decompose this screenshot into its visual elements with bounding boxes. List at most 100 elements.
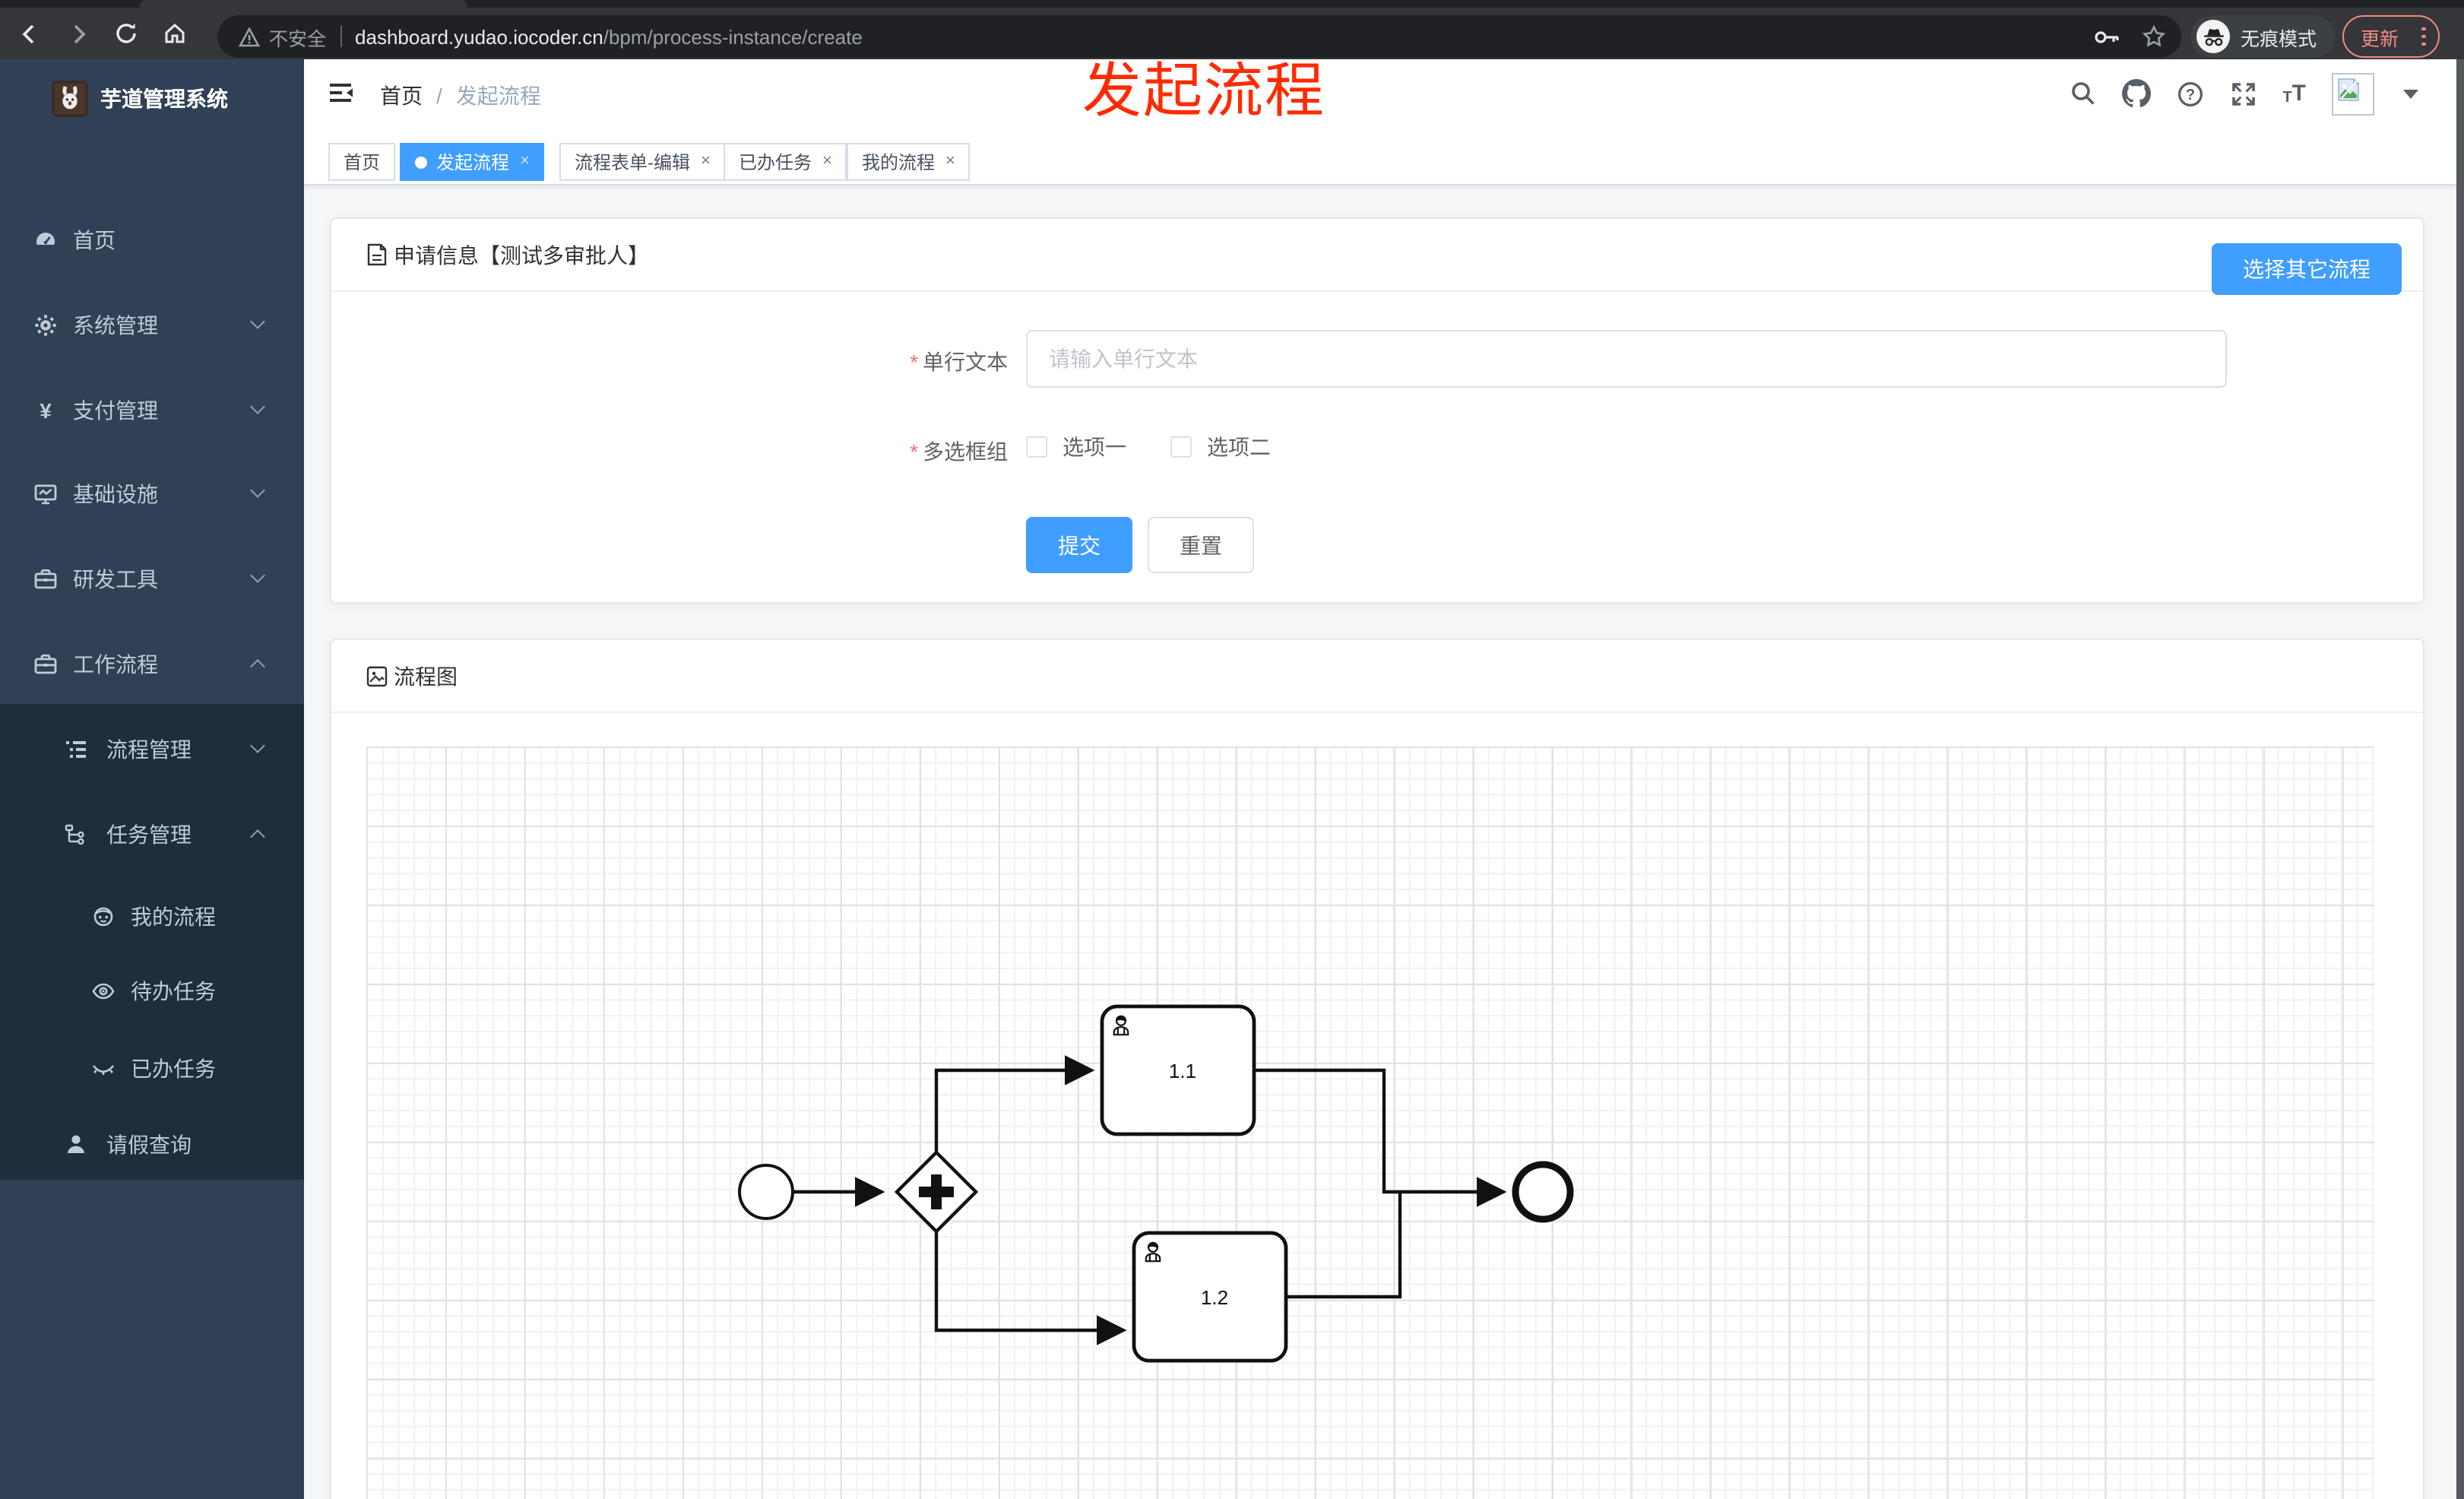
tab-label: 流程表单-编辑 bbox=[575, 152, 690, 173]
passwords-key-icon[interactable] bbox=[2095, 28, 2120, 45]
browser-active-tab[interactable] bbox=[140, 0, 467, 8]
sidebar-item-label: 流程管理 bbox=[106, 737, 192, 762]
tab-close-icon[interactable]: × bbox=[822, 153, 832, 170]
tab-close-icon[interactable]: × bbox=[520, 153, 530, 170]
eye-closed-icon bbox=[91, 1057, 116, 1081]
single-line-text-input[interactable] bbox=[1026, 330, 2227, 388]
breadcrumb: 首页 / 发起流程 bbox=[380, 81, 541, 111]
tab-my-process[interactable]: 我的流程 × bbox=[847, 143, 971, 181]
help-icon[interactable]: ? bbox=[2176, 80, 2203, 107]
form-card-title-text: 申请信息【测试多审批人】 bbox=[394, 242, 649, 267]
breadcrumb-home[interactable]: 首页 bbox=[380, 84, 423, 108]
sidebar-item-my-process[interactable]: 我的流程 bbox=[0, 895, 304, 938]
sidebar-item-label: 工作流程 bbox=[73, 652, 158, 677]
diagram-card-title-text: 流程图 bbox=[394, 664, 458, 688]
update-button[interactable]: 更新 bbox=[2342, 15, 2440, 58]
collapse-arrow-icon bbox=[347, 88, 353, 97]
page-scrollbar[interactable] bbox=[2456, 59, 2464, 1499]
avatar-dropdown-caret[interactable] bbox=[2403, 89, 2418, 98]
switch-process-button[interactable]: 选择其它流程 bbox=[2212, 243, 2402, 295]
sidebar-item-task-management[interactable]: 任务管理 bbox=[0, 813, 304, 856]
sidebar-item-system[interactable]: 系统管理 bbox=[0, 304, 304, 347]
flow-gateway-to-task11 bbox=[934, 1055, 1095, 1152]
search-icon[interactable] bbox=[2070, 81, 2095, 106]
security-label[interactable]: 不安全 bbox=[269, 22, 326, 51]
tab-home[interactable]: 首页 bbox=[328, 143, 396, 181]
sidebar-item-done-tasks[interactable]: 已办任务 bbox=[0, 1047, 304, 1090]
sidebar-item-label: 任务管理 bbox=[106, 822, 192, 847]
sidebar-item-payment[interactable]: ¥ 支付管理 bbox=[0, 389, 304, 432]
sidebar-item-label: 研发工具 bbox=[73, 567, 158, 591]
required-asterisk: * bbox=[910, 439, 918, 464]
app-title: 芋道管理系统 bbox=[100, 87, 228, 111]
forward-button[interactable] bbox=[58, 14, 97, 53]
tab-close-icon[interactable]: × bbox=[701, 153, 711, 170]
back-button[interactable] bbox=[9, 14, 49, 53]
required-asterisk: * bbox=[910, 350, 918, 374]
breadcrumb-separator: / bbox=[436, 84, 442, 108]
app-logo[interactable]: 芋道管理系统 bbox=[0, 59, 304, 138]
sidebar-item-label: 系统管理 bbox=[73, 313, 158, 338]
application-form-card: 申请信息【测试多审批人】 选择其它流程 *单行文本 *多选框组 选项一 选项二 … bbox=[330, 217, 2424, 604]
checkbox-option-2[interactable]: 选项二 bbox=[1170, 432, 1271, 462]
avatar[interactable] bbox=[2332, 72, 2374, 115]
tab-label: 首页 bbox=[344, 152, 381, 173]
reload-button[interactable] bbox=[106, 14, 146, 53]
github-icon[interactable] bbox=[2121, 79, 2151, 108]
sidebar-item-process-management[interactable]: 流程管理 bbox=[0, 728, 304, 771]
tab-label: 发起流程 bbox=[436, 152, 510, 173]
process-diagram-card: 流程图 1.1 1.2 bbox=[330, 639, 2424, 1499]
face-icon bbox=[91, 905, 116, 929]
bpmn-diagram: 1.1 1.2 bbox=[738, 1004, 1574, 1363]
checkbox-icon[interactable] bbox=[1026, 436, 1047, 458]
bpmn-canvas[interactable]: 1.1 1.2 bbox=[366, 746, 2374, 1499]
chevron-down-icon bbox=[250, 568, 265, 583]
sidebar-item-home[interactable]: 首页 bbox=[0, 219, 304, 261]
tree-list-icon bbox=[64, 737, 88, 762]
sidebar: 芋道管理系统 首页 系统管理 ¥ 支付管理 基础设施 研发工具 工作流程 流程管… bbox=[0, 59, 304, 1499]
tab-close-icon[interactable]: × bbox=[945, 153, 955, 170]
checkbox-label: 选项二 bbox=[1207, 435, 1271, 459]
sidebar-item-label: 基础设施 bbox=[73, 482, 158, 506]
incognito-badge: 无痕模式 bbox=[2190, 15, 2336, 58]
sidebar-item-devtools[interactable]: 研发工具 bbox=[0, 558, 304, 601]
text-field-label: * 单行文本 bbox=[910, 350, 1008, 374]
tab-done-tasks[interactable]: 已办任务 × bbox=[724, 143, 847, 181]
browser-menu-icon[interactable] bbox=[2421, 27, 2426, 46]
sidebar-collapse-button[interactable] bbox=[327, 79, 354, 106]
incognito-icon bbox=[2196, 20, 2230, 53]
flow-gateway-to-task12 bbox=[934, 1231, 1127, 1345]
forward-icon bbox=[73, 24, 85, 43]
sidebar-item-label: 首页 bbox=[73, 228, 116, 252]
url-path[interactable]: /bpm/process-instance/create bbox=[603, 25, 863, 48]
sidebar-item-label: 我的流程 bbox=[131, 905, 216, 929]
tab-form-edit[interactable]: 流程表单-编辑 × bbox=[559, 143, 726, 181]
chevron-down-icon bbox=[250, 738, 265, 753]
sidebar-item-leave-query[interactable]: 请假查询 bbox=[0, 1123, 304, 1166]
submit-button[interactable]: 提交 bbox=[1026, 517, 1132, 573]
incognito-label: 无痕模式 bbox=[2241, 28, 2317, 49]
browser-tab-strip bbox=[0, 0, 2464, 8]
bookmark-star-icon[interactable] bbox=[2142, 24, 2166, 49]
reset-button[interactable]: 重置 bbox=[1148, 517, 1254, 573]
start-event[interactable] bbox=[738, 1164, 794, 1220]
chevron-down-icon bbox=[250, 399, 265, 414]
active-tab-dot bbox=[415, 156, 427, 168]
tab-create-process[interactable]: 发起流程 × bbox=[400, 143, 545, 181]
screen: 不安全 dashboard.yudao.iocoder.cn/bpm/proce… bbox=[0, 0, 2464, 1499]
font-size-icon[interactable]: TT bbox=[2282, 81, 2306, 106]
fullscreen-icon[interactable] bbox=[2229, 80, 2257, 107]
url-host[interactable]: dashboard.yudao.iocoder.cn bbox=[355, 25, 603, 48]
home-button[interactable] bbox=[155, 14, 195, 53]
back-icon bbox=[21, 24, 33, 43]
checkbox-icon[interactable] bbox=[1170, 436, 1192, 458]
sidebar-item-todo-tasks[interactable]: 待办任务 bbox=[0, 970, 304, 1013]
sidebar-item-workflow[interactable]: 工作流程 bbox=[0, 643, 304, 686]
home-icon bbox=[165, 23, 185, 43]
checkbox-group-label: * 多选框组 bbox=[910, 439, 1008, 464]
end-event[interactable] bbox=[1512, 1161, 1574, 1223]
sidebar-item-infrastructure[interactable]: 基础设施 bbox=[0, 473, 304, 515]
svg-text:?: ? bbox=[2185, 86, 2194, 103]
workflow-submenu-panel bbox=[0, 704, 304, 1180]
checkbox-option-1[interactable]: 选项一 bbox=[1026, 432, 1126, 462]
